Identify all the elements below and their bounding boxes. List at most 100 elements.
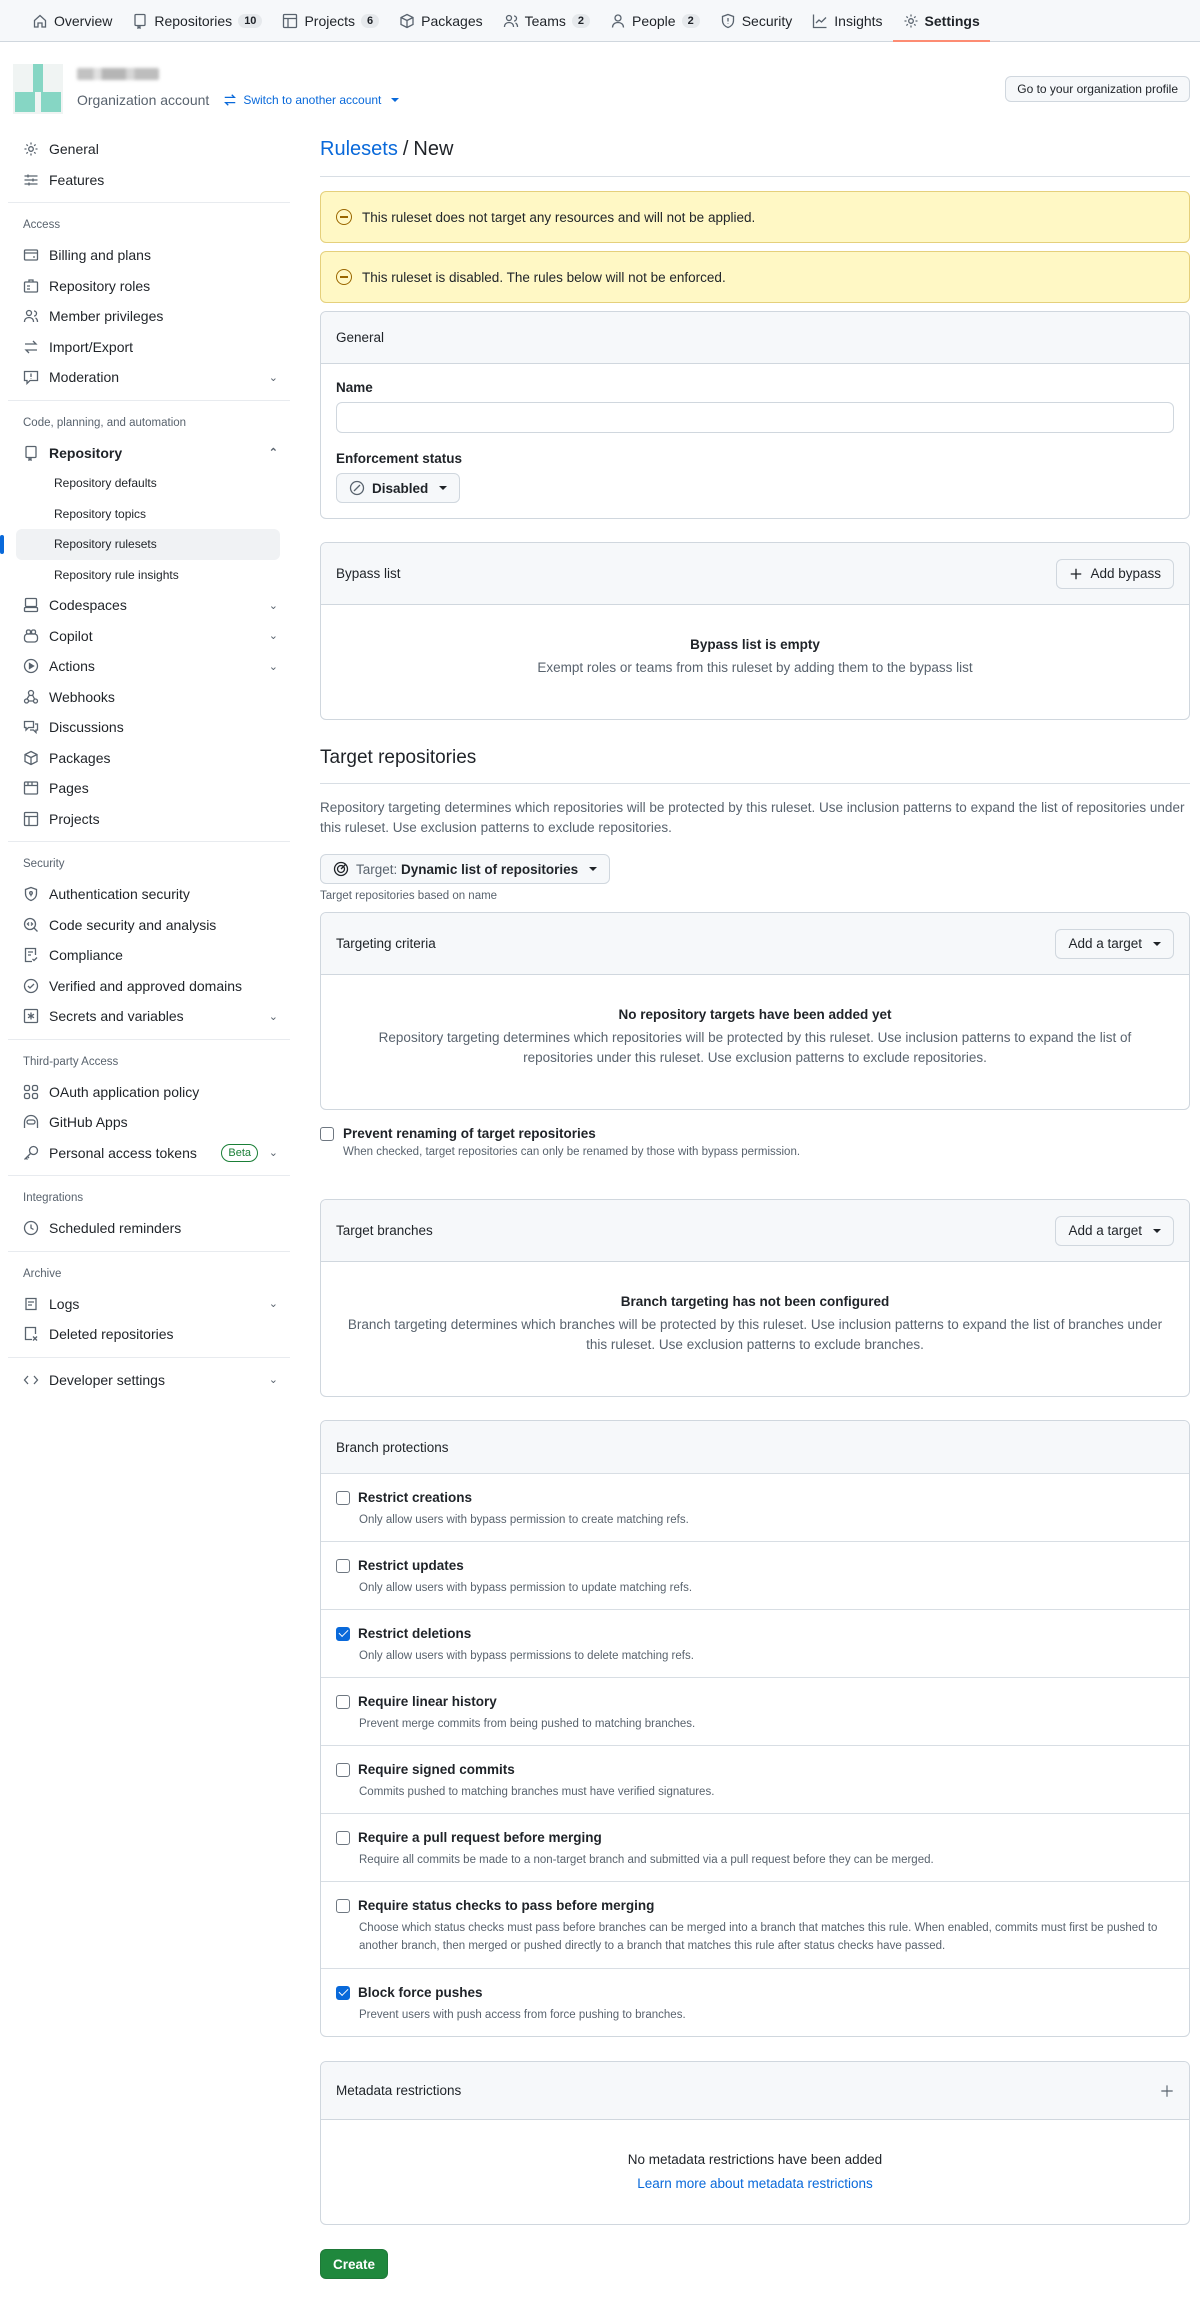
rule-checkbox[interactable] xyxy=(336,1490,350,1505)
graph-icon xyxy=(812,13,828,29)
codespaces-icon xyxy=(23,597,39,613)
branch-rule-row: Require signed commits Commits pushed to … xyxy=(321,1745,1189,1813)
chevron-down-icon[interactable]: ⌄ xyxy=(269,660,278,673)
rule-desc: Prevent users with push access from forc… xyxy=(359,2009,686,2021)
tab-people[interactable]: People 2 xyxy=(600,0,710,41)
enforcement-status-dropdown[interactable]: Disabled xyxy=(336,473,461,503)
sidebar-item-compliance[interactable]: Compliance xyxy=(8,940,290,971)
tab-repositories[interactable]: Repositories 10 xyxy=(122,0,272,41)
add-repository-target-button[interactable]: Add a target xyxy=(1055,928,1174,959)
prevent-renaming-checkbox[interactable] xyxy=(320,1126,334,1141)
sidebar-item-authentication-security[interactable]: Authentication security xyxy=(8,879,290,910)
chevron-down-icon[interactable]: ⌄ xyxy=(269,629,278,642)
sidebar-item-features[interactable]: Features xyxy=(8,165,290,196)
sidebar-item-verified-domains[interactable]: Verified and approved domains xyxy=(8,971,290,1002)
chevron-down-icon[interactable]: ⌄ xyxy=(269,1373,278,1386)
add-branch-target-button[interactable]: Add a target xyxy=(1055,1215,1174,1246)
sidebar-item-repository-rulesets[interactable]: Repository rulesets xyxy=(0,529,280,560)
count-badge: 10 xyxy=(238,13,263,28)
sidebar-item-import-export[interactable]: Import/Export xyxy=(8,332,290,363)
sidebar-item-developer-settings[interactable]: Developer settings ⌄ xyxy=(8,1365,290,1396)
package-icon xyxy=(23,750,39,766)
rule-checkbox[interactable] xyxy=(336,1626,350,1641)
sidebar-item-oauth[interactable]: OAuth application policy xyxy=(8,1077,290,1108)
section-title: Targeting criteria xyxy=(336,936,436,951)
org-avatar[interactable] xyxy=(13,64,63,114)
apps-icon xyxy=(23,1084,39,1100)
general-header: General xyxy=(321,312,1189,364)
plus-icon[interactable] xyxy=(1160,2084,1174,2098)
caret-down-icon xyxy=(1153,1228,1161,1233)
sidebar-label: Member privileges xyxy=(49,308,164,325)
switch-account-label: Switch to another account xyxy=(243,93,382,107)
rule-desc: Only allow users with bypass permission … xyxy=(359,1514,689,1526)
chevron-down-icon[interactable]: ⌄ xyxy=(269,1146,278,1159)
chevron-down-icon[interactable]: ⌄ xyxy=(269,371,278,384)
rule-checkbox[interactable] xyxy=(336,1762,350,1777)
sidebar-item-repository[interactable]: Repository ⌃ xyxy=(8,438,290,469)
sidebar-item-moderation[interactable]: Moderation ⌄ xyxy=(8,362,290,393)
sidebar-item-projects[interactable]: Projects xyxy=(8,804,290,835)
key-icon xyxy=(23,1145,39,1161)
tab-teams[interactable]: Teams 2 xyxy=(493,0,600,41)
sidebar-item-github-apps[interactable]: GitHub Apps xyxy=(8,1107,290,1138)
sidebar-item-actions[interactable]: Actions ⌄ xyxy=(8,651,290,682)
add-bypass-button[interactable]: Add bypass xyxy=(1056,558,1174,589)
sidebar-item-webhooks[interactable]: Webhooks xyxy=(8,682,290,713)
sidebar-item-scheduled-reminders[interactable]: Scheduled reminders xyxy=(8,1213,290,1244)
sidebar-item-repository-rule-insights[interactable]: Repository rule insights xyxy=(16,560,280,591)
create-button[interactable]: Create xyxy=(320,2249,389,2279)
name-input[interactable] xyxy=(336,402,1174,433)
sidebar-item-discussions[interactable]: Discussions xyxy=(8,712,290,743)
criteria-empty-state: No repository targets have been added ye… xyxy=(321,975,1189,1068)
sidebar-label: Personal access tokens xyxy=(49,1144,197,1161)
sidebar-item-personal-access-tokens[interactable]: Personal access tokens Beta ⌄ xyxy=(8,1138,290,1169)
rule-checkbox[interactable] xyxy=(336,1694,350,1709)
chevron-down-icon[interactable]: ⌄ xyxy=(269,1010,278,1023)
sidebar-label: Repository roles xyxy=(49,277,151,294)
chevron-up-icon[interactable]: ⌃ xyxy=(269,446,278,459)
sidebar-item-copilot[interactable]: Copilot ⌄ xyxy=(8,621,290,652)
sidebar-divider xyxy=(8,1356,290,1358)
rule-checkbox[interactable] xyxy=(336,1830,350,1845)
rule-checkbox[interactable] xyxy=(336,1558,350,1573)
sidebar-item-repository-topics[interactable]: Repository topics xyxy=(16,499,280,530)
rule-name: Require signed commits xyxy=(358,1762,515,1777)
rule-checkbox[interactable] xyxy=(336,1985,350,2000)
tab-settings[interactable]: Settings xyxy=(892,0,991,42)
sidebar-item-code-security[interactable]: Code security and analysis xyxy=(8,910,290,941)
target-type-dropdown[interactable]: Target: Dynamic list of repositories xyxy=(320,854,611,884)
chevron-down-icon[interactable]: ⌄ xyxy=(269,599,278,612)
chevron-down-icon[interactable]: ⌄ xyxy=(269,1297,278,1310)
code-icon xyxy=(23,1372,39,1388)
sidebar-item-billing[interactable]: Billing and plans xyxy=(8,240,290,271)
sidebar-item-repository-roles[interactable]: Repository roles xyxy=(8,271,290,302)
org-profile-button[interactable]: Go to your organization profile xyxy=(1005,76,1190,102)
sidebar-item-general[interactable]: General xyxy=(8,134,290,165)
rule-checkbox[interactable] xyxy=(336,1898,350,1913)
repo-deleted-icon xyxy=(23,1326,39,1342)
sidebar-item-secrets[interactable]: Secrets and variables ⌄ xyxy=(8,1001,290,1032)
tab-packages[interactable]: Packages xyxy=(389,0,492,41)
sidebar-item-member-privileges[interactable]: Member privileges xyxy=(8,301,290,332)
sidebar-item-packages[interactable]: Packages xyxy=(8,743,290,774)
tab-overview[interactable]: Overview xyxy=(22,0,122,41)
metadata-header: Metadata restrictions xyxy=(321,2062,1189,2120)
browser-icon xyxy=(23,780,39,796)
empty-title: No repository targets have been added ye… xyxy=(618,1007,892,1022)
sidebar-item-pages[interactable]: Pages xyxy=(8,773,290,804)
sidebar-heading-integrations: Integrations xyxy=(23,1192,84,1204)
tab-security[interactable]: Security xyxy=(710,0,803,41)
learn-more-metadata-link[interactable]: Learn more about metadata restrictions xyxy=(637,2176,873,2191)
beta-badge: Beta xyxy=(221,1143,258,1162)
sidebar-item-logs[interactable]: Logs ⌄ xyxy=(8,1289,290,1320)
sidebar-item-repository-defaults[interactable]: Repository defaults xyxy=(16,468,280,499)
sidebar-item-codespaces[interactable]: Codespaces ⌄ xyxy=(8,590,290,621)
breadcrumb-rulesets-link[interactable]: Rulesets xyxy=(320,138,398,161)
switch-account-link[interactable]: Switch to another account xyxy=(223,93,400,107)
tab-projects[interactable]: Projects 6 xyxy=(272,0,389,41)
tab-insights[interactable]: Insights xyxy=(802,0,892,41)
tab-label: Repositories xyxy=(154,12,233,29)
sidebar-label: Secrets and variables xyxy=(49,1008,184,1025)
sidebar-item-deleted-repositories[interactable]: Deleted repositories xyxy=(8,1319,290,1350)
